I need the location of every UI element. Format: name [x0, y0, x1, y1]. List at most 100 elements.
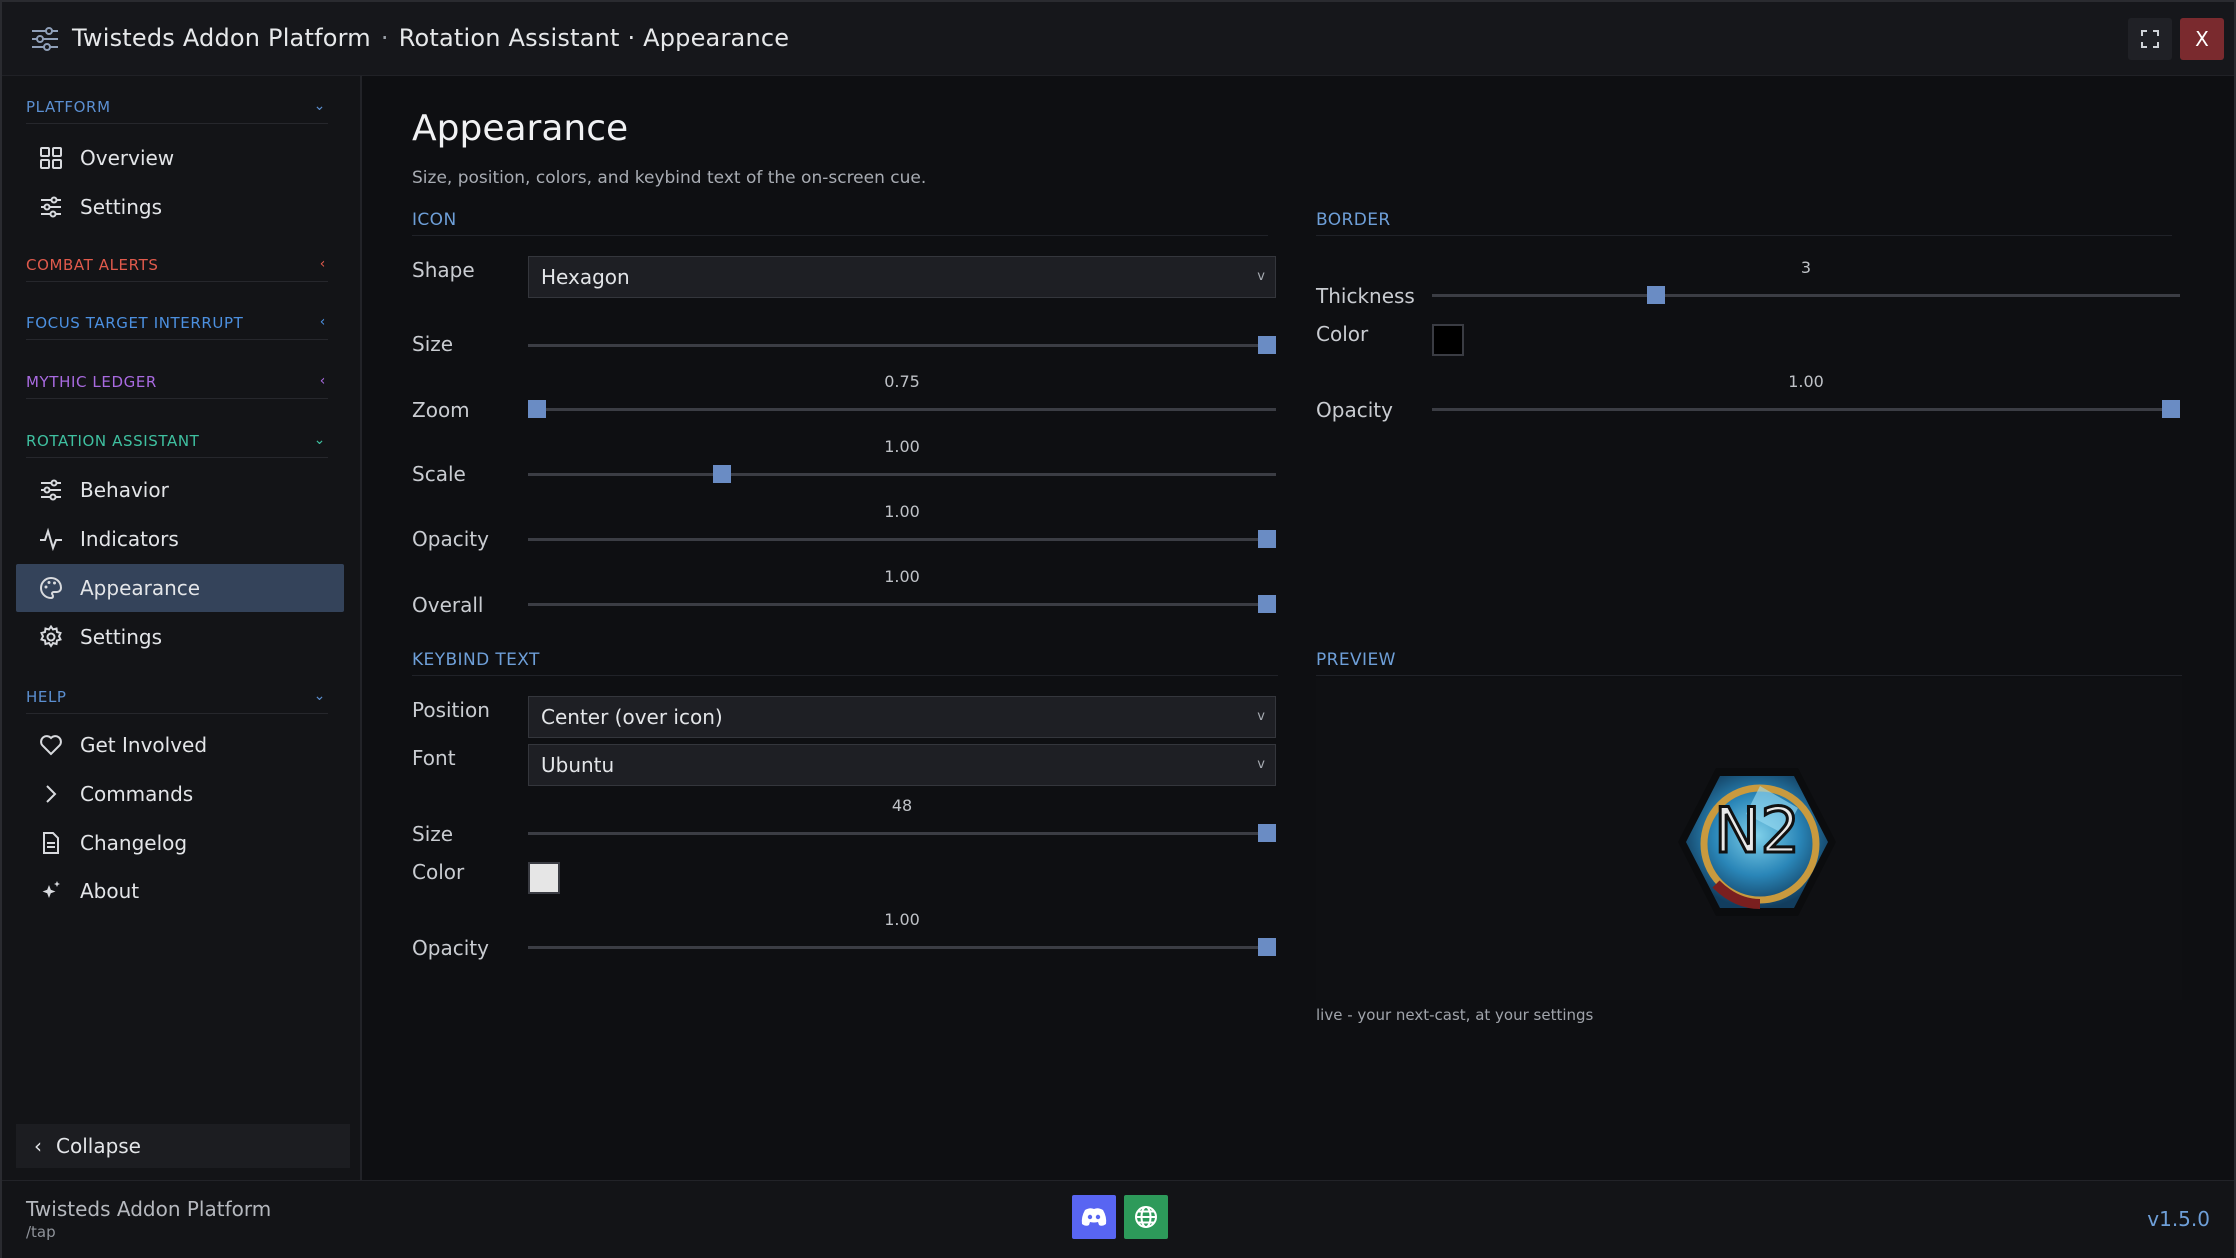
section-combat-alerts[interactable]: COMBAT ALERTS ‹	[26, 256, 328, 282]
sidebar-item-label: Settings	[80, 195, 163, 219]
slider-thumb[interactable]	[528, 400, 546, 418]
sidebar-item-label: Indicators	[80, 527, 179, 551]
sidebar-item-behavior[interactable]: Behavior	[16, 466, 344, 514]
discord-icon	[1081, 1208, 1107, 1226]
chevron-right-icon	[38, 781, 64, 807]
slider-track	[528, 344, 1276, 347]
sidebar-item-changelog[interactable]: Changelog	[16, 819, 344, 867]
sidebar-item-appearance[interactable]: Appearance	[16, 564, 344, 612]
sliders-icon	[38, 477, 64, 503]
border-color-swatch[interactable]	[1432, 324, 1464, 356]
keybind-opacity-label: Opacity	[412, 936, 489, 960]
slider-thumb[interactable]	[2162, 400, 2180, 418]
collapse-button[interactable]: ‹ Collapse	[16, 1124, 350, 1168]
slider-thumb[interactable]	[1647, 286, 1666, 304]
shape-select[interactable]: Hexagon v	[528, 256, 1276, 298]
sidebar-item-ra-settings[interactable]: Settings	[16, 613, 344, 661]
chevron-down-icon: ⌄	[313, 98, 326, 114]
document-icon	[38, 830, 64, 856]
font-label: Font	[412, 746, 456, 770]
section-help[interactable]: HELP ⌄	[26, 688, 328, 714]
scale-slider[interactable]	[528, 465, 1276, 483]
zoom-slider[interactable]	[528, 400, 1276, 418]
overall-slider[interactable]	[528, 595, 1276, 613]
slider-thumb[interactable]	[1258, 938, 1276, 956]
overall-value: 1.00	[884, 567, 920, 586]
chevron-left-icon: ‹	[34, 1134, 42, 1158]
section-mythic-ledger[interactable]: MYTHIC LEDGER ‹	[26, 373, 328, 399]
font-value: Ubuntu	[541, 753, 615, 777]
footer-app-name: Twisteds Addon Platform	[26, 1197, 272, 1221]
keybind-color-swatch[interactable]	[528, 862, 560, 894]
chevron-left-icon: ‹	[319, 256, 326, 272]
website-button[interactable]	[1124, 1195, 1168, 1239]
sliders-icon	[32, 27, 58, 51]
border-group-heading: BORDER	[1316, 210, 2172, 236]
icon-opacity-slider[interactable]	[528, 530, 1276, 548]
chevron-left-icon: ‹	[319, 373, 326, 389]
position-value: Center (over icon)	[541, 705, 723, 729]
section-focus-target-interrupt[interactable]: FOCUS TARGET INTERRUPT ‹	[26, 314, 328, 340]
title-bar: Twisteds Addon Platform · Rotation Assista…	[2, 2, 2234, 76]
sidebar: PLATFORM ⌄ Overview Settings COMBAT ALER…	[2, 76, 362, 1180]
globe-icon	[1135, 1206, 1157, 1228]
slider-track	[528, 832, 1276, 835]
sidebar-item-indicators[interactable]: Indicators	[16, 515, 344, 563]
discord-button[interactable]	[1072, 1195, 1116, 1239]
border-opacity-value: 1.00	[1788, 372, 1824, 391]
section-label: MYTHIC LEDGER	[26, 373, 157, 391]
footer-command: /tap	[26, 1223, 56, 1241]
section-label: HELP	[26, 688, 67, 706]
preview-group-heading: PREVIEW	[1316, 650, 2182, 676]
keybind-opacity-slider[interactable]	[528, 938, 1276, 956]
sidebar-item-overview[interactable]: Overview	[16, 134, 344, 182]
fullscreen-icon	[2141, 30, 2159, 48]
breadcrumb: Rotation Assistant · Appearance	[398, 24, 790, 52]
palette-icon	[38, 575, 64, 601]
sidebar-item-platform-settings[interactable]: Settings	[16, 183, 344, 231]
border-opacity-slider[interactable]	[1432, 400, 2180, 418]
thickness-slider[interactable]	[1432, 286, 2180, 304]
keybind-size-label: Size	[412, 822, 454, 846]
slider-thumb[interactable]	[1258, 336, 1276, 354]
slider-thumb[interactable]	[1258, 595, 1276, 613]
app-window: Twisteds Addon Platform · Rotation Assista…	[0, 0, 2236, 1258]
section-label: PLATFORM	[26, 98, 111, 116]
font-select[interactable]: Ubuntu v	[528, 744, 1276, 786]
keybind-opacity-value: 1.00	[884, 910, 920, 929]
sidebar-item-get-involved[interactable]: Get Involved	[16, 721, 344, 769]
slider-track	[528, 408, 1276, 411]
keybind-group-heading: KEYBIND TEXT	[412, 650, 1278, 676]
keybind-size-slider[interactable]	[528, 824, 1276, 842]
icon-group-heading: ICON	[412, 210, 1268, 236]
slider-thumb[interactable]	[1258, 824, 1276, 842]
page-title: Appearance	[412, 108, 629, 149]
thickness-label: Thickness	[1316, 284, 1415, 308]
sidebar-item-about[interactable]: About	[16, 867, 344, 915]
slider-thumb[interactable]	[1258, 530, 1276, 548]
maximize-button[interactable]	[2128, 18, 2172, 60]
size-slider[interactable]	[528, 336, 1276, 354]
slider-thumb[interactable]	[713, 465, 732, 483]
sidebar-item-label: Appearance	[80, 576, 201, 600]
shape-value: Hexagon	[541, 265, 630, 289]
section-platform[interactable]: PLATFORM ⌄	[26, 98, 328, 124]
opacity-value: 1.00	[884, 502, 920, 521]
sidebar-item-label: About	[80, 879, 140, 903]
sliders-icon	[38, 194, 64, 220]
keybind-color-label: Color	[412, 860, 465, 884]
main-content: Appearance Size, position, colors, and k…	[364, 76, 2234, 1180]
slider-track	[528, 538, 1276, 541]
slider-track	[528, 946, 1276, 949]
sparkles-icon	[38, 878, 64, 904]
section-rotation-assistant[interactable]: ROTATION ASSISTANT ⌄	[26, 432, 328, 458]
title-separator: ·	[380, 24, 389, 52]
chevron-down-icon: v	[1257, 757, 1265, 772]
border-color-label: Color	[1316, 322, 1369, 346]
zoom-value: 0.75	[884, 372, 920, 391]
keybind-size-value: 48	[891, 796, 913, 815]
position-select[interactable]: Center (over icon) v	[528, 696, 1276, 738]
zoom-label: Zoom	[412, 398, 470, 422]
sidebar-item-commands[interactable]: Commands	[16, 770, 344, 818]
close-button[interactable]: X	[2180, 18, 2224, 60]
